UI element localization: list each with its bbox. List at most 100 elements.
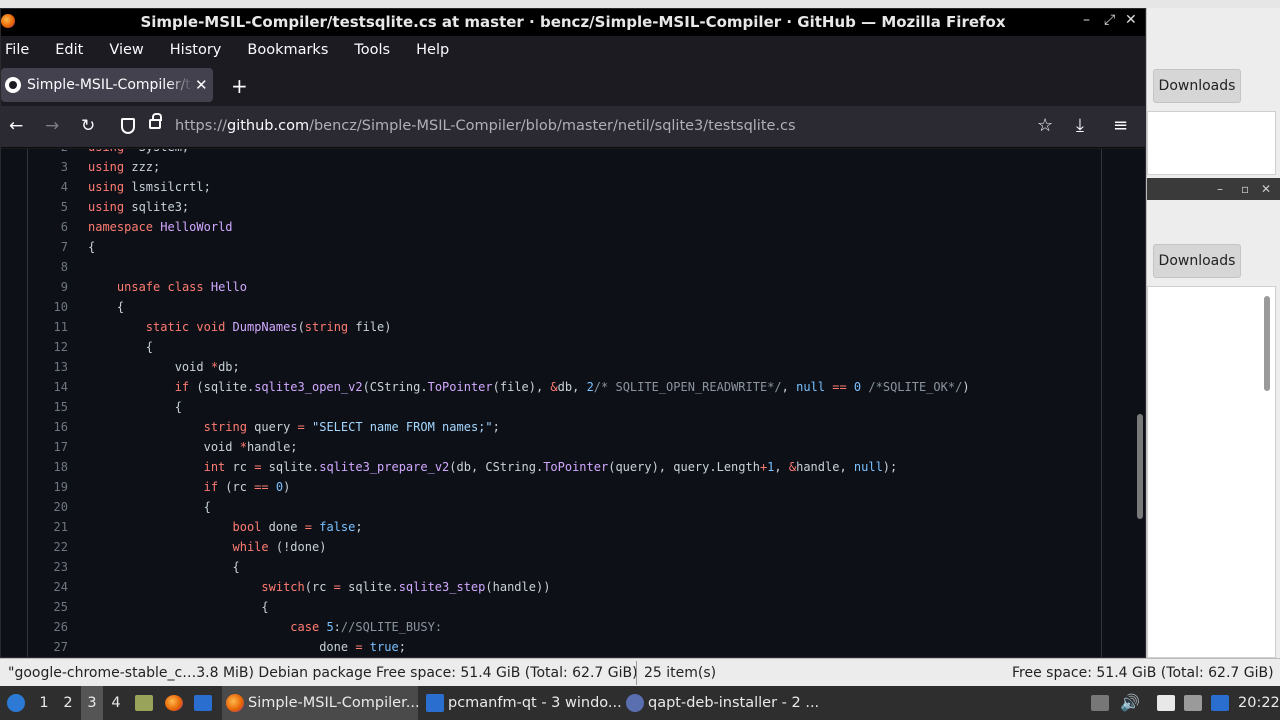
desktop: Downloads – ▫ ✕ Downloads Simple-MSIL-Co… [0, 0, 1280, 720]
close-icon[interactable]: ✕ [1261, 182, 1271, 196]
code-token: { [88, 560, 240, 574]
line-number[interactable]: 22 [28, 537, 68, 557]
menu-file[interactable]: File [5, 42, 29, 58]
tray-display-icon[interactable] [1184, 695, 1202, 711]
window-titlebar: Simple-MSIL-Compiler/testsqlite.cs at ma… [1, 9, 1145, 36]
menu-bookmarks[interactable]: Bookmarks [247, 42, 328, 58]
menu-view[interactable]: View [109, 42, 143, 58]
menu-tools[interactable]: Tools [354, 42, 390, 58]
maximize-icon[interactable]: ⤢ [1104, 12, 1115, 28]
line-number[interactable]: 20 [28, 497, 68, 517]
line-number[interactable]: 16 [28, 417, 68, 437]
taskbar-item-qapt[interactable]: qapt-deb-installer - 2 ... [622, 686, 820, 720]
minimize-icon[interactable]: – [1217, 182, 1223, 196]
downloads-button[interactable]: Downloads [1153, 69, 1241, 103]
line-number[interactable]: 12 [28, 337, 68, 357]
clock: 20:22 [1238, 695, 1280, 711]
background-window-bottom[interactable]: – ▫ ✕ Downloads [1146, 178, 1280, 658]
code-token: lsmsilcrtl; [124, 180, 211, 194]
taskbar-item-label: Simple-MSIL-Compiler... [248, 695, 420, 711]
menu-help[interactable]: Help [416, 42, 449, 58]
line-number[interactable]: 23 [28, 557, 68, 577]
line-number[interactable]: 19 [28, 477, 68, 497]
code-token: ToPointer [427, 380, 493, 394]
line-number[interactable]: 10 [28, 297, 68, 317]
line-number[interactable]: 3 [28, 157, 68, 177]
code-token: file) [348, 320, 392, 334]
app-menu-icon[interactable]: ≡ [1113, 115, 1128, 136]
url-text[interactable]: https://github.com/bencz/Simple-MSIL-Com… [175, 118, 796, 134]
page-scrollbar[interactable] [1137, 414, 1143, 519]
code-token: sqlite3; [124, 200, 190, 214]
code-line: 24 switch(rc = sqlite.sqlite3_step(handl… [28, 577, 1098, 597]
tab-close-icon[interactable]: ✕ [195, 76, 208, 94]
line-number[interactable]: 26 [28, 617, 68, 637]
workspace-2[interactable]: 2 [57, 686, 79, 720]
line-number[interactable]: 7 [28, 237, 68, 257]
reload-button[interactable]: ↻ [81, 116, 95, 136]
code-token: ; [355, 520, 363, 534]
line-number[interactable]: 14 [28, 377, 68, 397]
line-number[interactable]: 11 [28, 317, 68, 337]
lock-icon[interactable] [149, 113, 162, 129]
line-number[interactable]: 27 [28, 637, 68, 657]
url-bar[interactable]: https://github.com/bencz/Simple-MSIL-Com… [111, 110, 1071, 144]
back-button[interactable]: ← [9, 116, 23, 136]
code-token: ( [297, 320, 305, 334]
new-tab-button[interactable]: + [231, 74, 248, 98]
line-number[interactable]: 13 [28, 357, 68, 377]
tray-eject-icon[interactable] [1091, 695, 1109, 711]
downloads-button-2[interactable]: Downloads [1153, 244, 1241, 278]
desktop-launcher-icon[interactable] [194, 695, 212, 711]
line-number[interactable]: 8 [28, 257, 68, 277]
background-window-top[interactable]: Downloads [1146, 8, 1280, 178]
line-number[interactable]: 24 [28, 577, 68, 597]
line-number[interactable]: 2 [28, 149, 68, 157]
tray-clipboard-icon[interactable] [1157, 695, 1175, 711]
line-number[interactable]: 6 [28, 217, 68, 237]
code-token: , [774, 460, 789, 474]
firefox-launcher-icon[interactable] [165, 695, 183, 711]
line-number[interactable]: 5 [28, 197, 68, 217]
code-line: 13 void *db; [28, 357, 1098, 377]
tracking-shield-icon[interactable] [121, 118, 135, 134]
code-token: (query), query.Length [608, 460, 760, 474]
code-token: DumpNames [232, 320, 298, 334]
line-number[interactable]: 9 [28, 277, 68, 297]
forward-button[interactable]: → [45, 116, 59, 136]
line-number[interactable]: 21 [28, 517, 68, 537]
menu-history[interactable]: History [170, 42, 222, 58]
code-token: unsafe [116, 280, 161, 294]
start-menu-button[interactable] [4, 686, 28, 720]
taskbar-item-pcmanfm[interactable]: pcmanfm-qt - 3 windo... [422, 686, 622, 720]
downloads-icon[interactable]: ⤓ [1076, 115, 1084, 136]
workspace-1[interactable]: 1 [33, 686, 55, 720]
line-number[interactable]: 4 [28, 177, 68, 197]
line-number[interactable]: 17 [28, 437, 68, 457]
line-number[interactable]: 18 [28, 457, 68, 477]
close-icon[interactable]: ✕ [1125, 12, 1137, 28]
minimize-icon[interactable]: – [1083, 12, 1090, 28]
file-manager-launcher-icon[interactable] [135, 695, 153, 711]
code-token: using [88, 200, 125, 214]
menu-edit[interactable]: Edit [55, 42, 83, 58]
bluetooth-icon[interactable] [1211, 695, 1229, 711]
taskbar-item-label: qapt-deb-installer - 2 ... [648, 695, 820, 711]
background-scrollbar[interactable] [1264, 296, 1270, 391]
tab-active[interactable]: Simple-MSIL-Compiler/testsqlite.cs ✕ [1, 68, 213, 102]
code-token: while [232, 540, 269, 554]
volume-icon[interactable]: 🔊 [1120, 686, 1140, 720]
taskbar-item-firefox[interactable]: Simple-MSIL-Compiler... [222, 686, 420, 720]
workspace-4[interactable]: 4 [105, 686, 127, 720]
code-token: (rc [304, 580, 334, 594]
line-number[interactable]: 15 [28, 397, 68, 417]
code-token: done [261, 520, 305, 534]
workspace-3[interactable]: 3 [81, 686, 103, 720]
maximize-icon[interactable]: ▫ [1241, 182, 1249, 196]
line-number[interactable]: 25 [28, 597, 68, 617]
bookmark-star-icon[interactable]: ☆ [1037, 115, 1053, 136]
code-token: ToPointer [543, 460, 609, 474]
